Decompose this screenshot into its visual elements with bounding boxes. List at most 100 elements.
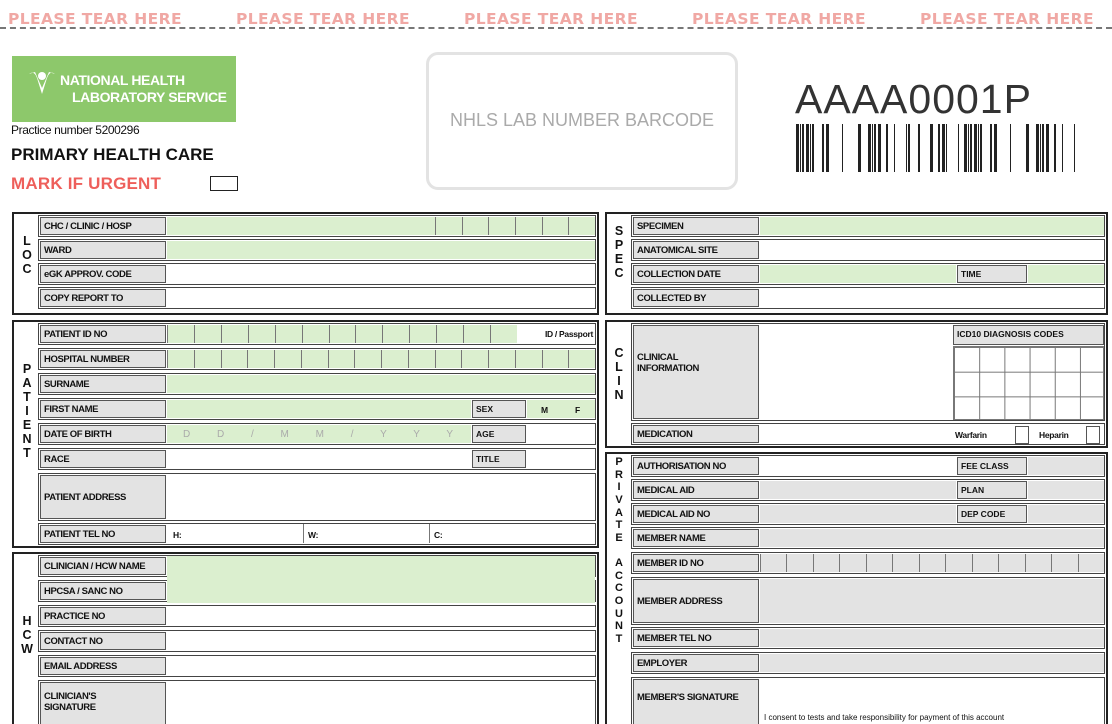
clinician-signature-field[interactable] (167, 682, 595, 724)
tear-strip: PLEASE TEAR HERE PLEASE TEAR HERE PLEASE… (0, 7, 1112, 29)
loc-row-ward: WARD (38, 239, 596, 261)
hcw-name-field[interactable] (167, 556, 595, 603)
heparin-label: Heparin (1039, 430, 1069, 440)
email-row: EMAIL ADDRESS (38, 655, 596, 677)
member-tel-row: MEMBER TEL NO (631, 627, 1105, 649)
patient-address-label: PATIENT ADDRESS (40, 475, 166, 519)
tear-label: PLEASE TEAR HERE (236, 10, 410, 28)
age-field[interactable] (527, 425, 595, 443)
clin-side-label: C L I N (614, 346, 624, 402)
medical-aid-row: MEDICAL AID PLAN (631, 479, 1105, 501)
org-name-line1: NATIONAL HEALTH (60, 72, 185, 88)
first-name-field[interactable] (167, 400, 471, 418)
member-id-label: MEMBER ID NO (633, 554, 759, 572)
title-label: TITLE (472, 450, 526, 468)
clinic-label: CHC / CLINIC / HOSP (40, 217, 166, 235)
collected-by-label: COLLECTED BY (633, 289, 759, 307)
first-name-row: FIRST NAME SEX MF (38, 398, 596, 420)
collection-date-field[interactable] (760, 265, 956, 283)
dep-code-field[interactable] (1028, 505, 1104, 523)
first-name-label: FIRST NAME (40, 400, 166, 418)
medication-row: MEDICATION Warfarin Heparin (631, 423, 1105, 445)
patient-tel-field[interactable]: H: W: C: (167, 524, 595, 543)
plan-field[interactable] (1028, 481, 1104, 499)
employer-field[interactable] (760, 654, 1104, 672)
sex-field[interactable]: MF (527, 400, 595, 418)
loc-side-label: L O C (22, 234, 32, 276)
clin-section: C L I N CLINICAL INFORMATION ICD10 DIAGN… (605, 320, 1108, 448)
member-id-row: MEMBER ID NO (631, 552, 1105, 574)
employer-row: EMPLOYER (631, 652, 1105, 674)
loc-row-egk: eGK APPROV. CODE (38, 263, 596, 285)
ward-field[interactable] (167, 241, 595, 259)
member-id-field[interactable] (760, 554, 1104, 572)
member-tel-field[interactable] (760, 629, 1104, 647)
practice-number: Practice number 5200296 (11, 123, 140, 137)
medical-aid-label: MEDICAL AID (633, 481, 759, 499)
surname-field[interactable] (167, 375, 595, 393)
clinic-field[interactable] (167, 217, 595, 235)
medical-aid-no-field[interactable] (760, 505, 956, 523)
icd10-code-grid[interactable] (953, 346, 1104, 420)
patient-address-row: PATIENT ADDRESS (38, 473, 596, 521)
auth-row: AUTHORISATION NO FEE CLASS (631, 455, 1105, 477)
patient-side-label: P A T I E N T (22, 362, 32, 460)
member-name-label: MEMBER NAME (633, 529, 759, 547)
clinical-info-field[interactable] (760, 325, 952, 419)
contact-no-field[interactable] (167, 632, 595, 650)
egk-label: eGK APPROV. CODE (40, 265, 166, 283)
employer-label: EMPLOYER (633, 654, 759, 672)
hpcsa-label: HPCSA / SANC NO (40, 582, 166, 600)
title-field[interactable] (527, 450, 595, 468)
member-signature-field[interactable]: I consent to tests and take responsibili… (760, 679, 1104, 724)
egk-field[interactable] (167, 265, 595, 283)
collected-by-field[interactable] (760, 289, 1104, 307)
fee-class-field[interactable] (1028, 457, 1104, 475)
ward-label: WARD (40, 241, 166, 259)
barcode-placeholder: NHLS LAB NUMBER BARCODE (449, 110, 715, 130)
loc-row-clinic: CHC / CLINIC / HOSP (38, 215, 596, 237)
sex-f: F (575, 405, 580, 415)
nhls-logo: NATIONAL HEALTH LABORATORY SERVICE (12, 56, 236, 122)
hcw-name-label: CLINICIAN / HCW NAME (40, 557, 166, 575)
patient-tel-label: PATIENT TEL NO (40, 525, 166, 543)
hospital-number-row: HOSPITAL NUMBER (38, 348, 596, 370)
collected-by-row: COLLECTED BY (631, 287, 1105, 309)
medical-aid-field[interactable] (760, 481, 956, 499)
sex-label: SEX (472, 400, 526, 418)
patient-id-field[interactable] (167, 325, 517, 343)
race-field[interactable] (167, 450, 471, 468)
practice-no-label: PRACTICE NO (40, 607, 166, 625)
specimen-row: SPECIMEN (631, 215, 1105, 237)
anatomical-site-row: ANATOMICAL SITE (631, 239, 1105, 261)
member-address-field[interactable] (760, 579, 1104, 623)
anatomical-site-field[interactable] (760, 241, 1104, 259)
email-field[interactable] (167, 657, 595, 675)
warfarin-checkbox[interactable] (1015, 426, 1029, 444)
icd10-label: ICD10 DIAGNOSIS CODES (953, 325, 1104, 345)
member-signature-row: MEMBER'S SIGNATURE I consent to tests an… (631, 677, 1105, 724)
patient-id-row: PATIENT ID NO ID / Passport (38, 323, 596, 345)
org-name-line2: LABORATORY SERVICE (72, 89, 227, 105)
heparin-checkbox[interactable] (1086, 426, 1100, 444)
contact-no-row: CONTACT NO (38, 630, 596, 652)
medication-field[interactable] (760, 425, 952, 443)
id-passport-label: ID / Passport (544, 329, 593, 339)
hospital-number-field[interactable] (167, 350, 595, 368)
dob-field[interactable]: D D / M M / Y Y Y Y (167, 425, 486, 443)
patient-address-field[interactable] (167, 475, 595, 519)
urgent-checkbox[interactable] (210, 176, 238, 191)
hcw-side-label: H C W (21, 614, 33, 656)
lab-number: AAAA0001P (795, 76, 1032, 122)
specimen-field[interactable] (760, 217, 1104, 235)
account-side-label: P R I V A T E A C C O U N T (614, 456, 624, 645)
auth-field[interactable] (760, 457, 956, 475)
anatomical-site-label: ANATOMICAL SITE (633, 241, 759, 259)
patient-section: P A T I E N T PATIENT ID NO ID / Passpor… (12, 320, 599, 548)
practice-no-field[interactable] (167, 607, 595, 625)
member-name-field[interactable] (760, 529, 1104, 547)
copy-report-field[interactable] (167, 289, 595, 307)
time-field[interactable] (1028, 265, 1104, 283)
collection-date-row: COLLECTION DATE TIME (631, 263, 1105, 285)
tear-label: PLEASE TEAR HERE (464, 10, 638, 28)
